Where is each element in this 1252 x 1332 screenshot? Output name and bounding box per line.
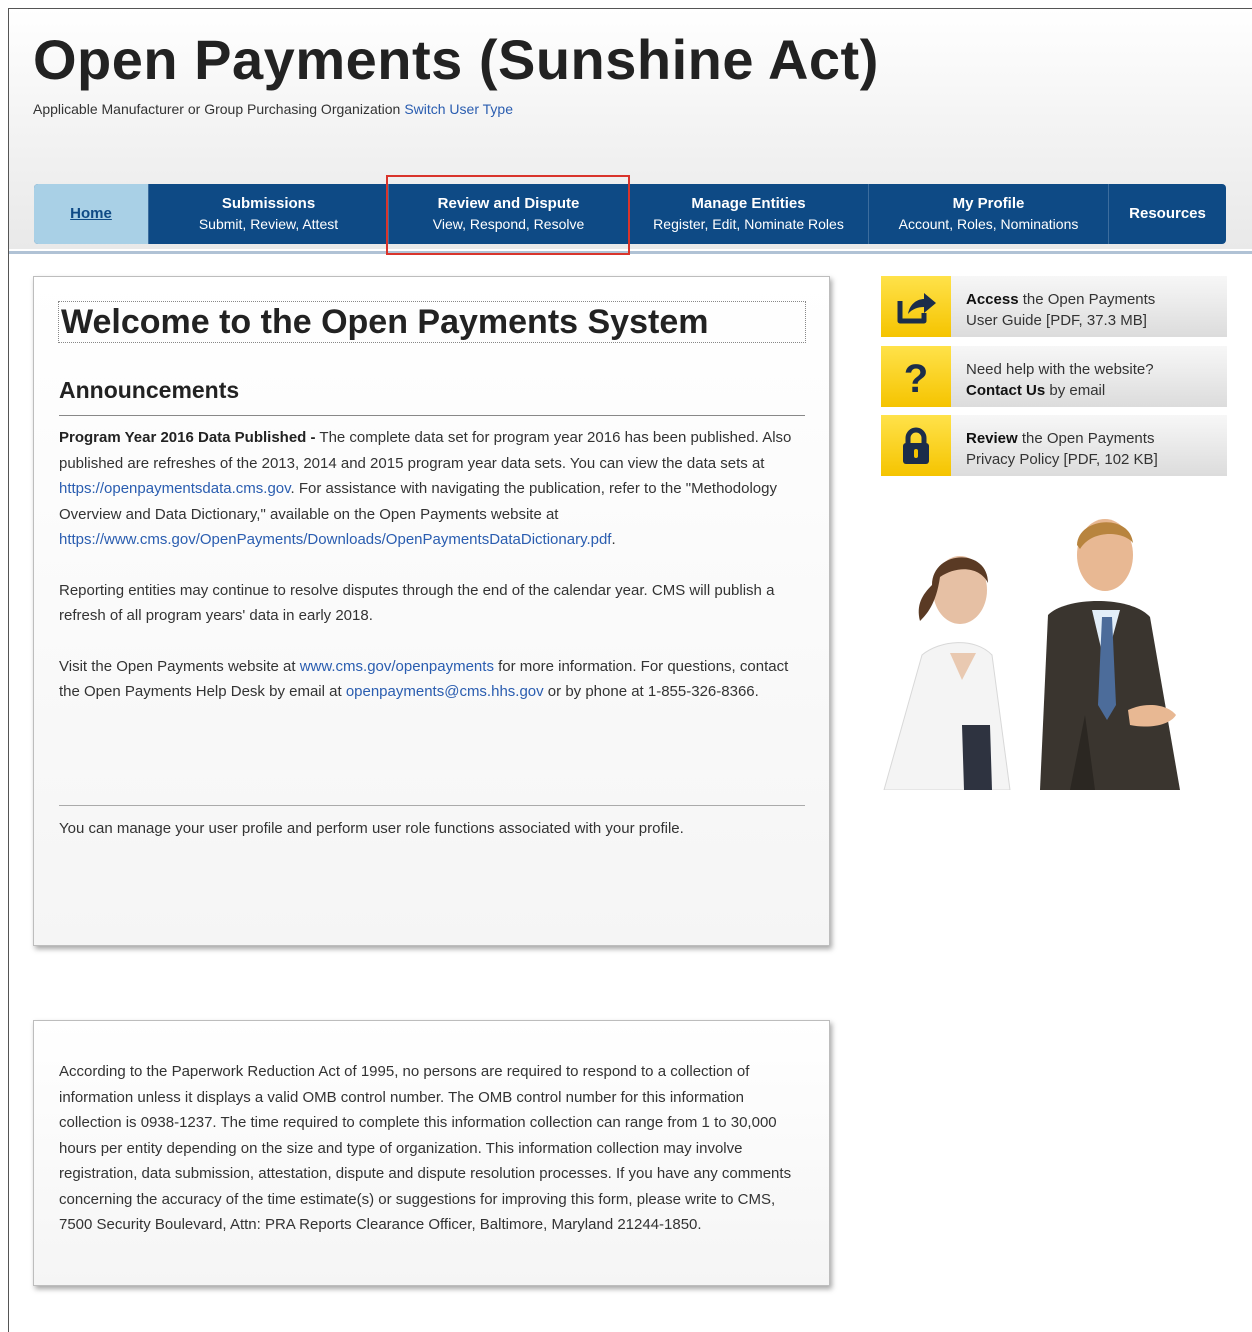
contact-us-text: Need help with the website? Contact Us b… (951, 346, 1154, 407)
data-dictionary-link[interactable]: https://www.cms.gov/OpenPayments/Downloa… (59, 531, 611, 548)
nav-review-dispute[interactable]: Review and Dispute View, Respond, Resolv… (389, 184, 629, 244)
nav-divider (9, 251, 1252, 254)
nav-entities-title: Manage Entities (691, 195, 806, 212)
privacy-policy-link-box[interactable]: Review the Open Payments Privacy Policy … (881, 415, 1227, 476)
announcement-paragraph: Program Year 2016 Data Published - The c… (59, 425, 809, 553)
nav-submissions-title: Submissions (221, 195, 316, 212)
contact-us-line1: Need help with the website? (966, 361, 1154, 378)
user-guide-size: User Guide [PDF, 37.3 MB] (966, 311, 1147, 329)
question-icon: ? (881, 346, 951, 407)
welcome-panel: Welcome to the Open Payments System Anno… (33, 276, 830, 946)
pra-notice-panel: According to the Paperwork Reduction Act… (33, 1020, 830, 1286)
divider (59, 415, 805, 416)
announcement-text: Visit the Open Payments website at (59, 657, 300, 675)
pra-notice-text: According to the Paperwork Reduction Act… (59, 1063, 792, 1233)
contact-us-bold: Contact Us (966, 381, 1046, 399)
nav-my-profile[interactable]: My Profile Account, Roles, Nominations (869, 184, 1109, 244)
switch-user-type-link[interactable]: Switch User Type (404, 101, 513, 117)
nav-review-title: Review and Dispute (437, 195, 580, 212)
page-title: Welcome to the Open Payments System (58, 301, 806, 343)
site-title: Open Payments (Sunshine Act) (33, 28, 879, 91)
user-guide-rest: the Open Payments (1018, 291, 1156, 308)
announcements-heading: Announcements (59, 377, 240, 403)
lock-icon (881, 415, 951, 476)
cms-openpayments-link[interactable]: www.cms.gov/openpayments (300, 658, 494, 675)
announcement-text: or by phone at 1-855-326-8366. (543, 683, 759, 700)
nav-submissions-sub: Submit, Review, Attest (198, 216, 339, 232)
nav-resources[interactable]: Resources (1109, 184, 1226, 244)
privacy-policy-text: Review the Open Payments Privacy Policy … (951, 415, 1158, 476)
announcement-paragraph: Reporting entities may continue to resol… (59, 581, 775, 625)
announcements-body: Program Year 2016 Data Published - The c… (59, 425, 809, 730)
nav-resources-label: Resources (1129, 205, 1206, 222)
main-nav: Home Submissions Submit, Review, Attest … (34, 184, 1226, 244)
profile-info-text: You can manage your user profile and per… (59, 820, 684, 837)
svg-text:?: ? (904, 357, 928, 398)
user-type-line: Applicable Manufacturer or Group Purchas… (33, 101, 513, 117)
nav-profile-title: My Profile (952, 195, 1025, 212)
user-guide-link-box[interactable]: Access the Open Payments User Guide [PDF… (881, 276, 1227, 337)
divider (59, 805, 805, 806)
announcement-text: . (611, 531, 616, 548)
nav-home[interactable]: Home (34, 184, 149, 244)
nav-submissions[interactable]: Submissions Submit, Review, Attest (149, 184, 389, 244)
nav-entities-sub: Register, Edit, Nominate Roles (653, 216, 844, 232)
nav-review-sub: View, Respond, Resolve (432, 216, 585, 232)
doctors-photo (883, 519, 1180, 790)
user-type-label: Applicable Manufacturer or Group Purchas… (33, 101, 401, 117)
nav-manage-entities[interactable]: Manage Entities Register, Edit, Nominate… (629, 184, 869, 244)
user-guide-bold: Access (966, 291, 1019, 308)
contact-us-rest: by email (1045, 381, 1106, 399)
contact-us-link-box[interactable]: ? Need help with the website? Contact Us… (881, 346, 1227, 407)
announcement-heading: Program Year 2016 Data Published - (59, 429, 316, 446)
helpdesk-email-link[interactable]: openpayments@cms.hhs.gov (346, 683, 544, 700)
privacy-policy-size: Privacy Policy [PDF, 102 KB] (966, 450, 1158, 468)
share-icon (881, 276, 951, 337)
nav-home-label: Home (70, 205, 112, 222)
nav-profile-sub: Account, Roles, Nominations (898, 216, 1079, 232)
privacy-policy-rest: the Open Payments (1017, 430, 1155, 447)
privacy-policy-bold: Review (966, 430, 1018, 447)
announcement-paragraph: Visit the Open Payments website at www.c… (59, 654, 809, 705)
openpaymentsdata-link[interactable]: https://openpaymentsdata.cms.gov (59, 480, 291, 497)
user-guide-text: Access the Open Payments User Guide [PDF… (951, 276, 1155, 337)
